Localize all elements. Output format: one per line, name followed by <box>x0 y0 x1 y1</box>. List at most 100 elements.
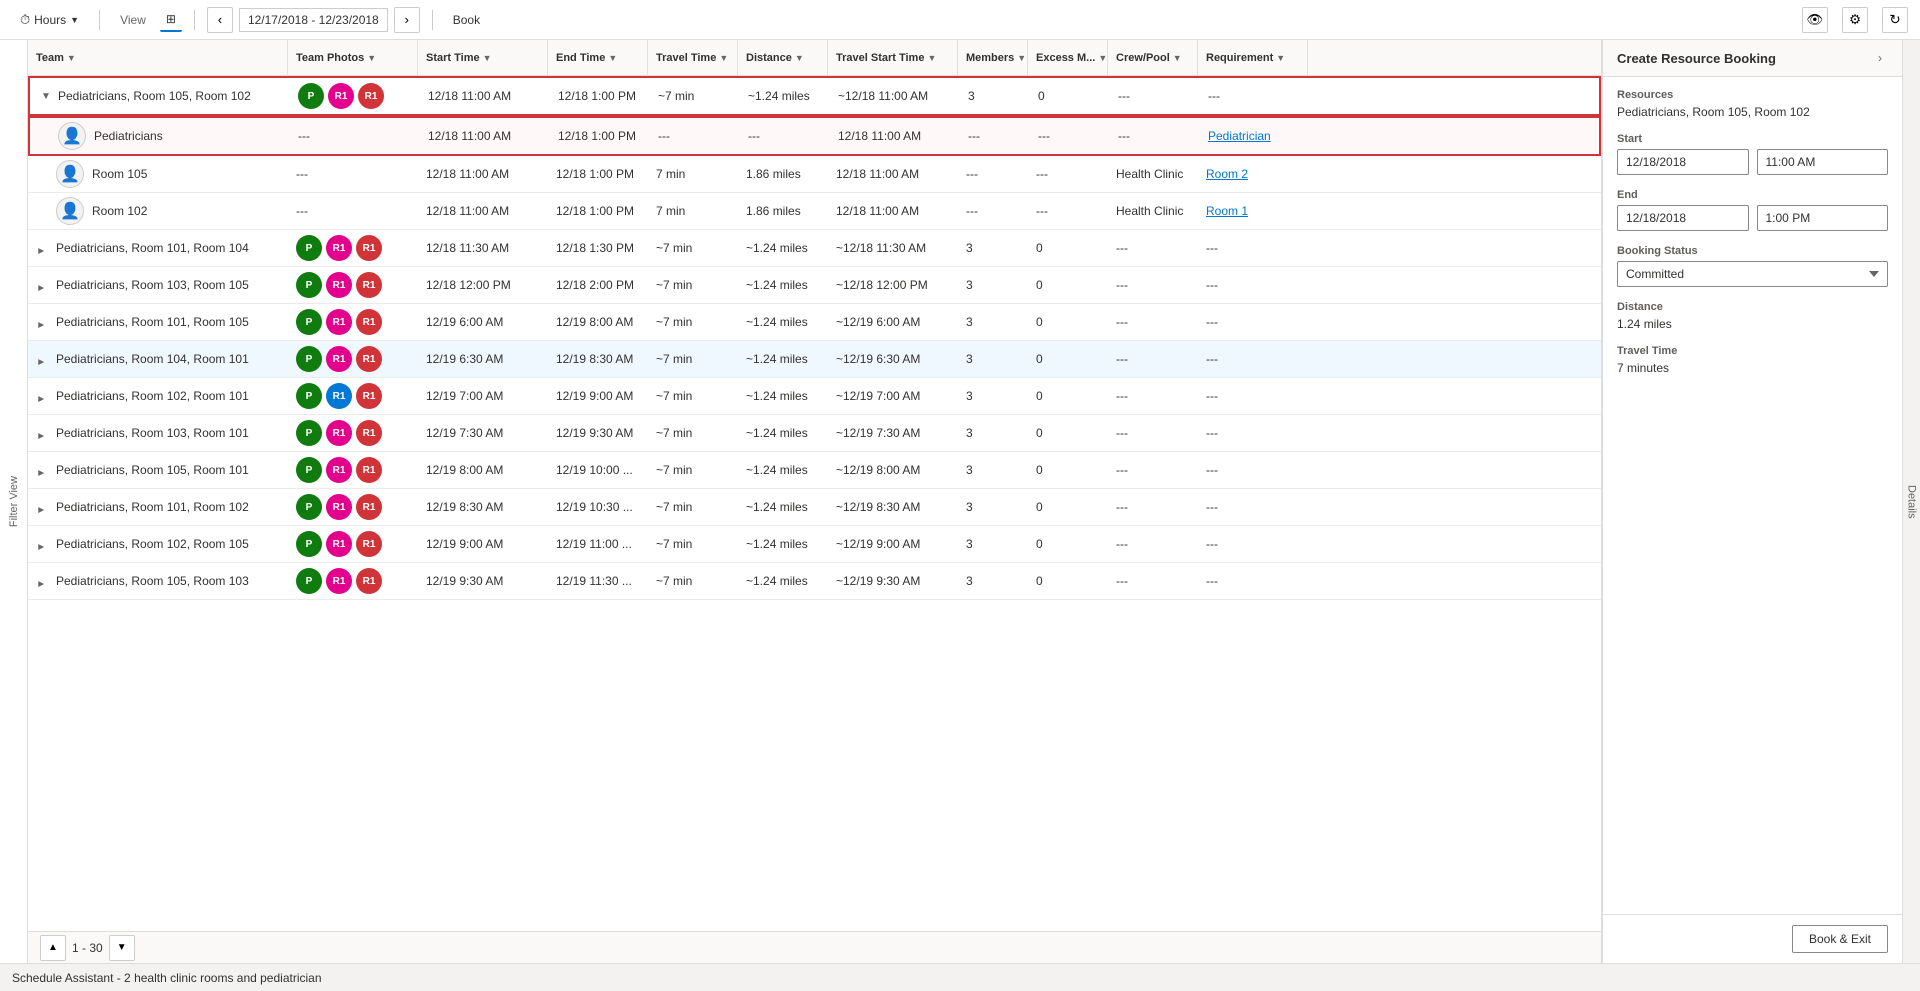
col-header-start[interactable]: Start Time ▼ <box>418 40 548 75</box>
table-row[interactable]: ▼ Pediatricians, Room 103, Room 105 P R1… <box>28 267 1601 304</box>
avatar: R1 <box>356 420 382 446</box>
panel-footer: Book & Exit <box>1603 914 1902 963</box>
book-button[interactable]: Book <box>445 9 488 31</box>
cell-members: 3 <box>958 452 1028 488</box>
expand-icon[interactable]: ▼ <box>38 88 54 104</box>
expand-icon[interactable]: ▼ <box>36 536 52 552</box>
cell-travel: ~7 min <box>648 526 738 562</box>
expand-icon[interactable]: ▼ <box>36 425 52 441</box>
cell-travelstart: ~12/19 8:30 AM <box>828 489 958 525</box>
table-row[interactable]: ▼ Pediatricians, Room 101, Room 105 P R1… <box>28 304 1601 341</box>
cell-travel: ~7 min <box>648 341 738 377</box>
hours-button[interactable]: ⏱ Hours ▼ <box>12 8 87 32</box>
table-row[interactable]: ▼ Pediatricians, Room 103, Room 101 P R1… <box>28 415 1601 452</box>
table-row[interactable]: ▼ Pediatricians, Room 105, Room 101 P R1… <box>28 452 1601 489</box>
table-row[interactable]: ▼ Pediatricians, Room 104, Room 101 P R1… <box>28 341 1601 378</box>
table-row[interactable]: ▼ Pediatricians, Room 102, Room 101 P R1… <box>28 378 1601 415</box>
resources-label: Resources <box>1617 89 1888 101</box>
table-row[interactable]: 👤 Pediatricians --- 12/18 11:00 AM 12/18… <box>28 116 1601 156</box>
cell-photos: P R1 R1 <box>290 78 420 114</box>
cell-start: 12/18 11:00 AM <box>418 156 548 192</box>
avatar: R1 <box>326 346 352 372</box>
start-time-input[interactable] <box>1757 149 1889 175</box>
expand-icon[interactable]: ▼ <box>36 240 52 256</box>
expand-icon[interactable]: ▼ <box>36 277 52 293</box>
col-header-crew[interactable]: Crew/Pool ▼ <box>1108 40 1198 75</box>
avatar: P <box>296 494 322 520</box>
col-header-distance[interactable]: Distance ▼ <box>738 40 828 75</box>
cell-travel: ~7 min <box>648 563 738 599</box>
expand-icon[interactable]: ▼ <box>36 573 52 589</box>
end-time-input[interactable] <box>1757 205 1889 231</box>
cell-distance: ~1.24 miles <box>738 267 828 303</box>
hours-group: ⏱ Hours ▼ <box>12 8 87 32</box>
eye-button[interactable]: 👁 <box>1802 7 1828 33</box>
table-row[interactable]: ▼ Pediatricians, Room 101, Room 104 P R1… <box>28 230 1601 267</box>
cell-members: 3 <box>958 267 1028 303</box>
col-header-excess[interactable]: Excess M... ▼ <box>1028 40 1108 75</box>
table-row[interactable]: ▼ Pediatricians, Room 105, Room 102 P R1… <box>28 76 1601 116</box>
col-header-req[interactable]: Requirement ▼ <box>1198 40 1308 75</box>
book-exit-button[interactable]: Book & Exit <box>1792 925 1888 953</box>
cell-excess: --- <box>1030 118 1110 154</box>
col-header-members[interactable]: Members ▼ <box>958 40 1028 75</box>
avatar-outline: 👤 <box>58 122 86 150</box>
view-grid-button[interactable]: ⊞ <box>160 8 182 32</box>
cell-travelstart: 12/18 11:00 AM <box>828 193 958 229</box>
filter-view-toggle[interactable]: Filter View <box>0 40 28 963</box>
col-header-photos[interactable]: Team Photos ▼ <box>288 40 418 75</box>
start-date-input[interactable] <box>1617 149 1749 175</box>
main-area: Filter View Team ▼ Team Photos ▼ Start T… <box>0 40 1920 963</box>
avatar: R1 <box>326 420 352 446</box>
table-row[interactable]: 👤 Room 102 --- 12/18 11:00 AM 12/18 1:00… <box>28 193 1601 230</box>
expand-icon[interactable]: ▼ <box>36 499 52 515</box>
cell-distance: 1.86 miles <box>738 193 828 229</box>
cell-end: 12/19 9:30 AM <box>548 415 648 451</box>
cell-travel: 7 min <box>648 193 738 229</box>
separator-3 <box>432 10 433 30</box>
cell-end: 12/19 8:30 AM <box>548 341 648 377</box>
right-panel: Create Resource Booking › Resources Pedi… <box>1602 40 1902 963</box>
page-down-button[interactable]: ▼ <box>109 935 135 961</box>
page-up-button[interactable]: ▲ <box>40 935 66 961</box>
date-range[interactable]: 12/17/2018 - 12/23/2018 <box>239 8 388 32</box>
cell-req: --- <box>1200 78 1310 114</box>
settings-button[interactable]: ⚙ <box>1842 7 1868 33</box>
members-sort-icon: ▼ <box>1017 53 1026 63</box>
cell-travel: ~7 min <box>648 267 738 303</box>
cell-distance: ~1.24 miles <box>738 489 828 525</box>
end-date-input[interactable] <box>1617 205 1749 231</box>
table-row[interactable]: 👤 Room 105 --- 12/18 11:00 AM 12/18 1:00… <box>28 156 1601 193</box>
cell-excess: 0 <box>1028 415 1108 451</box>
cell-travelstart: ~12/19 9:30 AM <box>828 563 958 599</box>
cell-photos: P R1 R1 <box>288 452 418 488</box>
panel-expand-icon[interactable]: › <box>1872 50 1888 66</box>
cell-end: 12/18 1:00 PM <box>550 118 650 154</box>
cell-photos: --- <box>288 193 418 229</box>
avatar: R1 <box>356 568 382 594</box>
col-header-team[interactable]: Team ▼ <box>28 40 288 75</box>
expand-icon[interactable]: ▼ <box>36 388 52 404</box>
table-row[interactable]: ▼ Pediatricians, Room 102, Room 105 P R1… <box>28 526 1601 563</box>
expand-icon[interactable]: ▼ <box>36 462 52 478</box>
cell-excess: 0 <box>1028 563 1108 599</box>
avatar: R1 <box>326 494 352 520</box>
table-row[interactable]: ▼ Pediatricians, Room 105, Room 103 P R1… <box>28 563 1601 600</box>
next-date-button[interactable]: › <box>394 7 420 33</box>
booking-status-select[interactable]: Committed Tentative Cancelled <box>1617 261 1888 287</box>
col-header-travel[interactable]: Travel Time ▼ <box>648 40 738 75</box>
table-row[interactable]: ▼ Pediatricians, Room 101, Room 102 P R1… <box>28 489 1601 526</box>
avatar: P <box>296 531 322 557</box>
travelstart-sort-icon: ▼ <box>927 53 936 63</box>
avatar: P <box>296 309 322 335</box>
cell-travelstart: ~12/19 7:00 AM <box>828 378 958 414</box>
expand-icon[interactable]: ▼ <box>36 314 52 330</box>
prev-date-button[interactable]: ‹ <box>207 7 233 33</box>
col-header-travelstart[interactable]: Travel Start Time ▼ <box>828 40 958 75</box>
details-toggle[interactable]: Details <box>1902 40 1920 963</box>
col-header-end[interactable]: End Time ▼ <box>548 40 648 75</box>
cell-end: 12/19 10:00 ... <box>548 452 648 488</box>
cell-crew: Health Clinic <box>1108 156 1198 192</box>
refresh-button[interactable]: ↻ <box>1882 7 1908 33</box>
expand-icon[interactable]: ▼ <box>36 351 52 367</box>
